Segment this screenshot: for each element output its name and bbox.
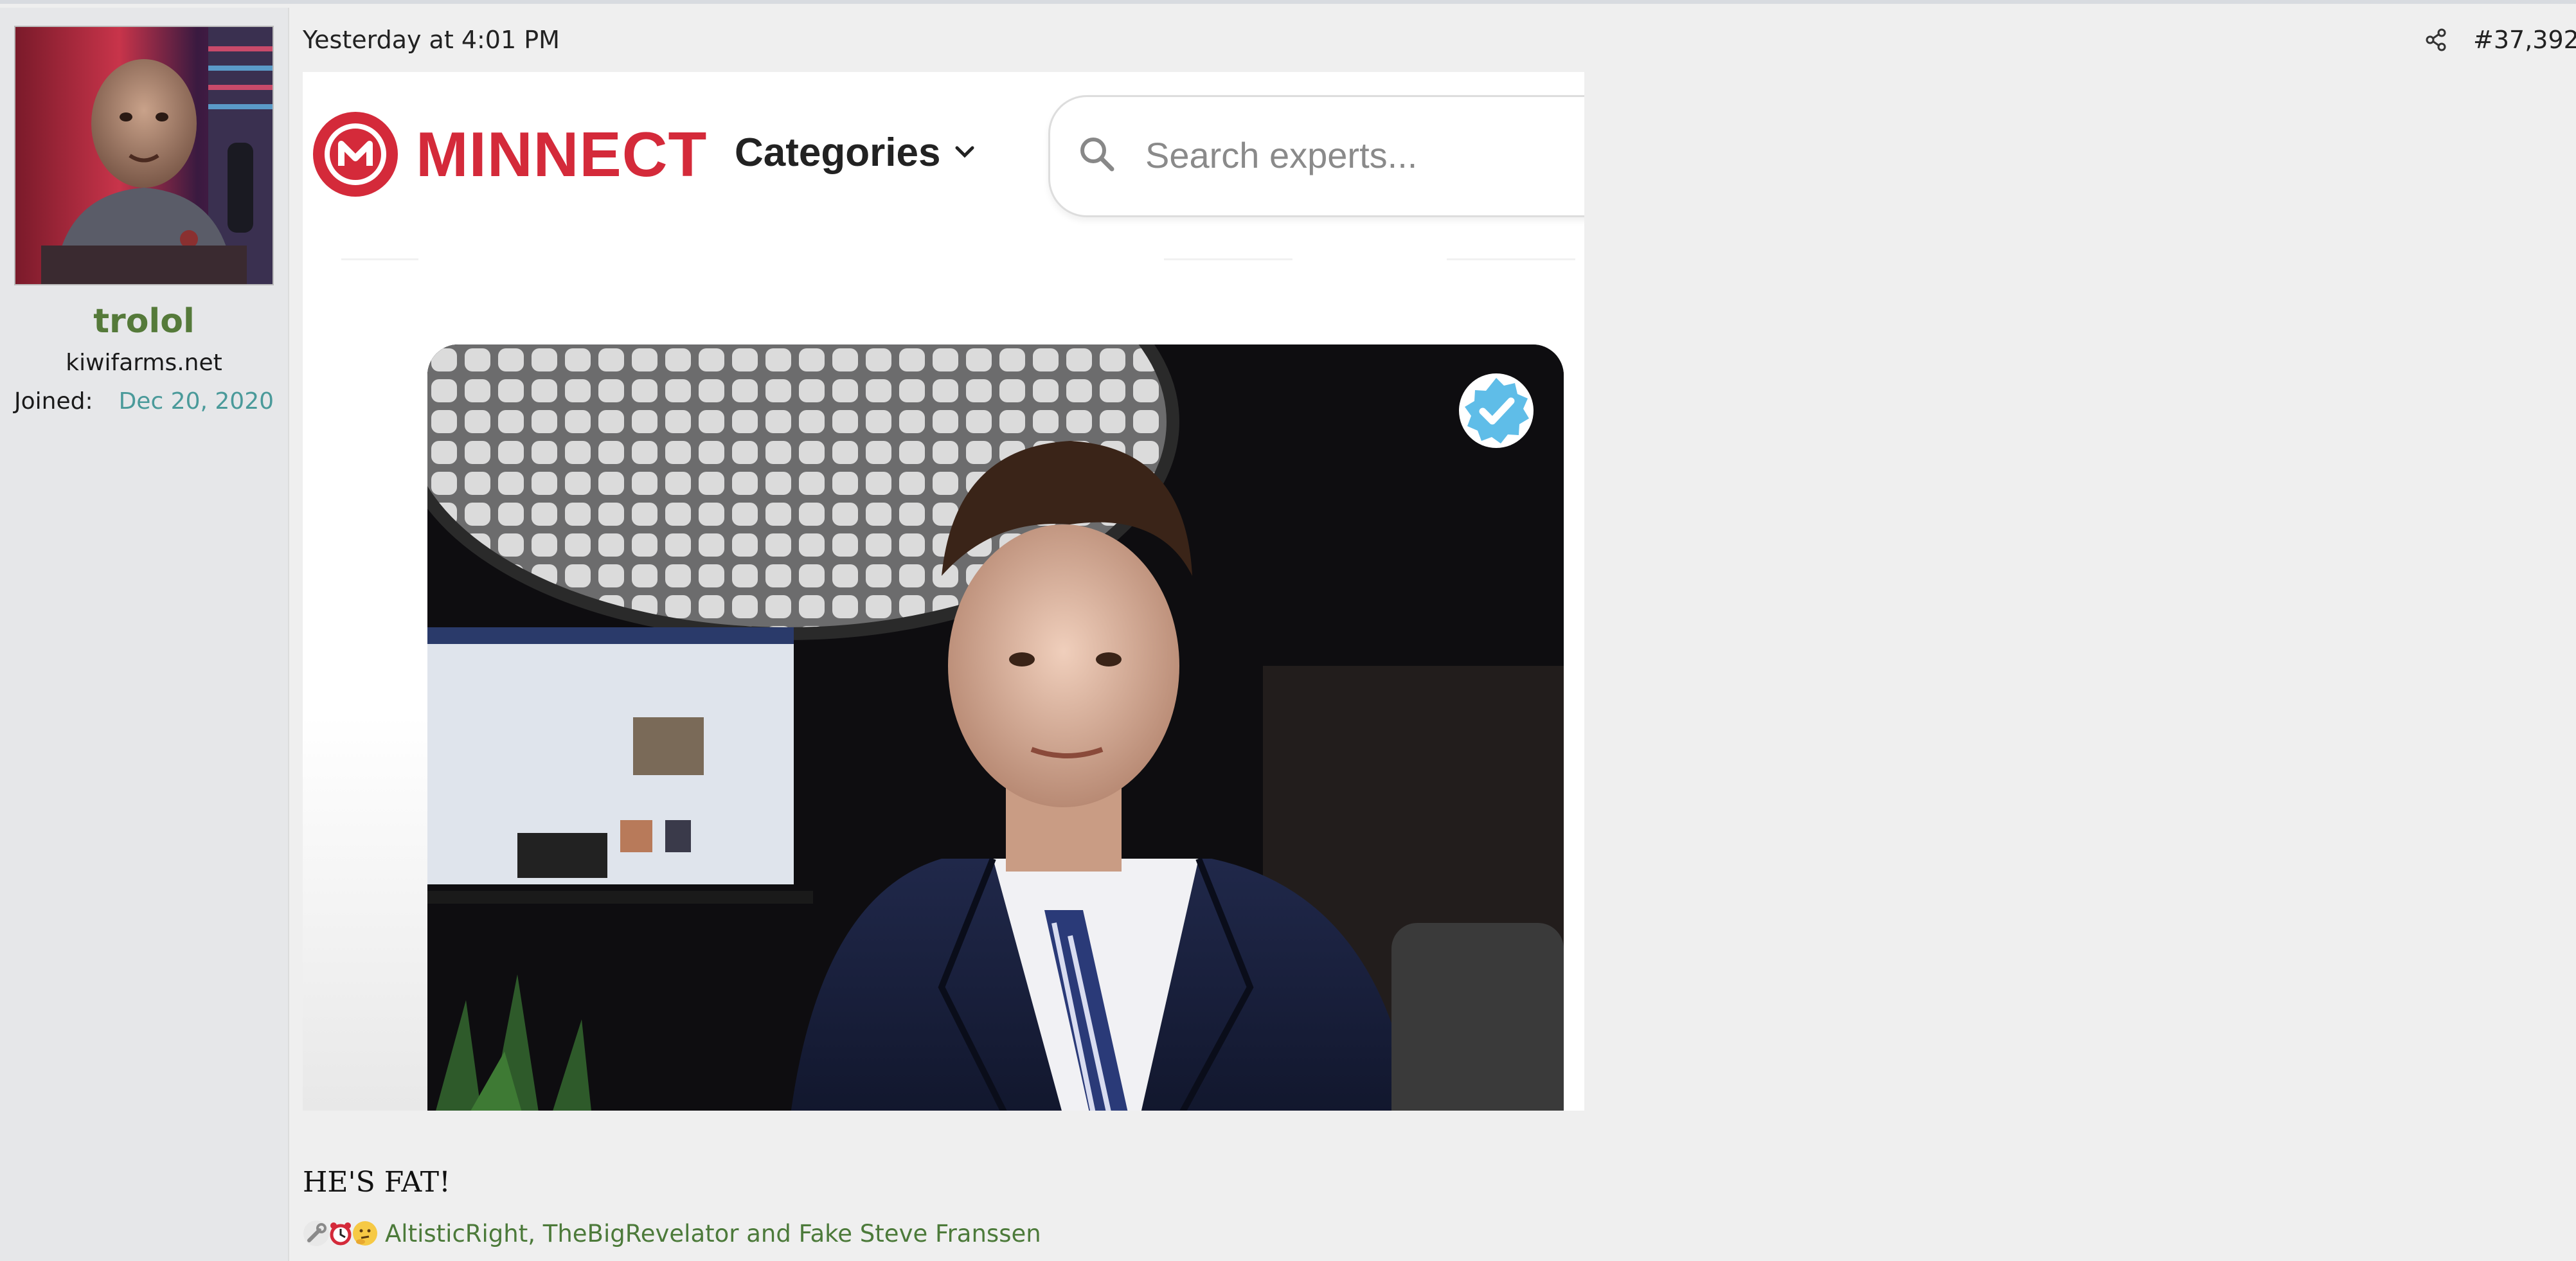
joined-row: Joined: Dec 20, 2020 [14,388,274,415]
avatar[interactable] [14,26,274,285]
search-icon [1080,138,1114,172]
alarm-clock-icon [330,1222,352,1246]
verified-badge-icon [1459,373,1534,448]
photo-scene [427,344,1564,1111]
post-number-link[interactable]: #37,392 [2473,26,2576,54]
reaction-icons[interactable] [303,1220,377,1247]
faint-divider [1447,258,1575,260]
share-icon[interactable] [2424,28,2447,51]
faint-divider [341,258,418,260]
username[interactable]: trolol [0,302,288,341]
avatar-image [15,27,273,284]
minnect-logo-icon [313,112,398,197]
post-body-text: HE'S FAT! [303,1166,451,1199]
wrench-icon [303,1221,329,1246]
user-title: kiwifarms.net [66,350,222,376]
thinking-face-icon [353,1221,377,1246]
post-timestamp[interactable]: Yesterday at 4:01 PM [303,26,560,54]
user-info-panel: trolol kiwifarms.net Joined: Dec 20, 202… [0,8,289,1261]
reactions-bar[interactable]: AltisticRight, TheBigRevelator and Fake … [303,1217,1041,1249]
profile-photo [427,344,1564,1111]
chevron-down-icon [955,146,974,158]
forum-post: trolol kiwifarms.net Joined: Dec 20, 202… [0,0,2576,1261]
post-attached-image[interactable]: MINNECT Categories Search experts... [303,72,1584,1111]
categories-label: Categories [735,130,941,175]
image-fade [303,715,427,1111]
joined-date: Dec 20, 2020 [118,388,274,415]
minnect-brand: MINNECT [416,119,708,190]
search-box: Search experts... [1048,95,1584,217]
faint-divider [1164,258,1292,260]
joined-label: Joined: [14,388,93,415]
reaction-users-link[interactable]: AltisticRight, TheBigRevelator and Fake … [385,1220,1041,1248]
search-placeholder: Search experts... [1145,135,1418,175]
